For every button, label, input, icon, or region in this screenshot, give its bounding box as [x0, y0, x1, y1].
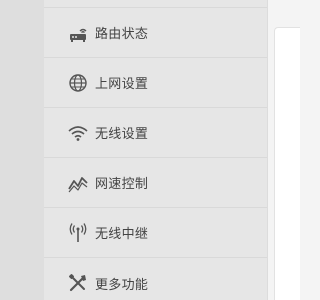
sidebar-item-wireless-settings[interactable]: 无线设置 [44, 108, 267, 158]
router-icon [67, 22, 89, 44]
antenna-icon [67, 222, 89, 244]
content-panel [274, 27, 300, 300]
app-window: 路由状态 上网设置 无线设置 网速控制 无线中继 更多功能 [0, 0, 300, 300]
sidebar-item-label: 网速控制 [95, 177, 149, 192]
globe-icon [67, 72, 89, 94]
wifi-icon [67, 122, 89, 144]
sidebar-item-label: 上网设置 [95, 77, 149, 92]
sidebar-item-label: 路由状态 [95, 27, 149, 42]
sidebar-item-router-status[interactable]: 路由状态 [44, 8, 267, 58]
sidebar-item-more-functions[interactable]: 更多功能 [44, 258, 267, 300]
sidebar-item-label: 更多功能 [95, 277, 149, 293]
content-divider [267, 0, 268, 300]
sidebar-item-label: 无线设置 [95, 127, 149, 142]
left-rail [0, 0, 44, 300]
sidebar-item-label: 无线中继 [95, 227, 149, 242]
sidebar-nav: 路由状态 上网设置 无线设置 网速控制 无线中继 更多功能 [44, 0, 267, 300]
sidebar-item-speed-control[interactable]: 网速控制 [44, 158, 267, 208]
tools-icon [67, 272, 89, 294]
sidebar-top-strip [44, 0, 267, 8]
sidebar-item-internet-settings[interactable]: 上网设置 [44, 58, 267, 108]
speed-chart-icon [67, 172, 89, 194]
sidebar-item-wireless-repeater[interactable]: 无线中继 [44, 208, 267, 258]
